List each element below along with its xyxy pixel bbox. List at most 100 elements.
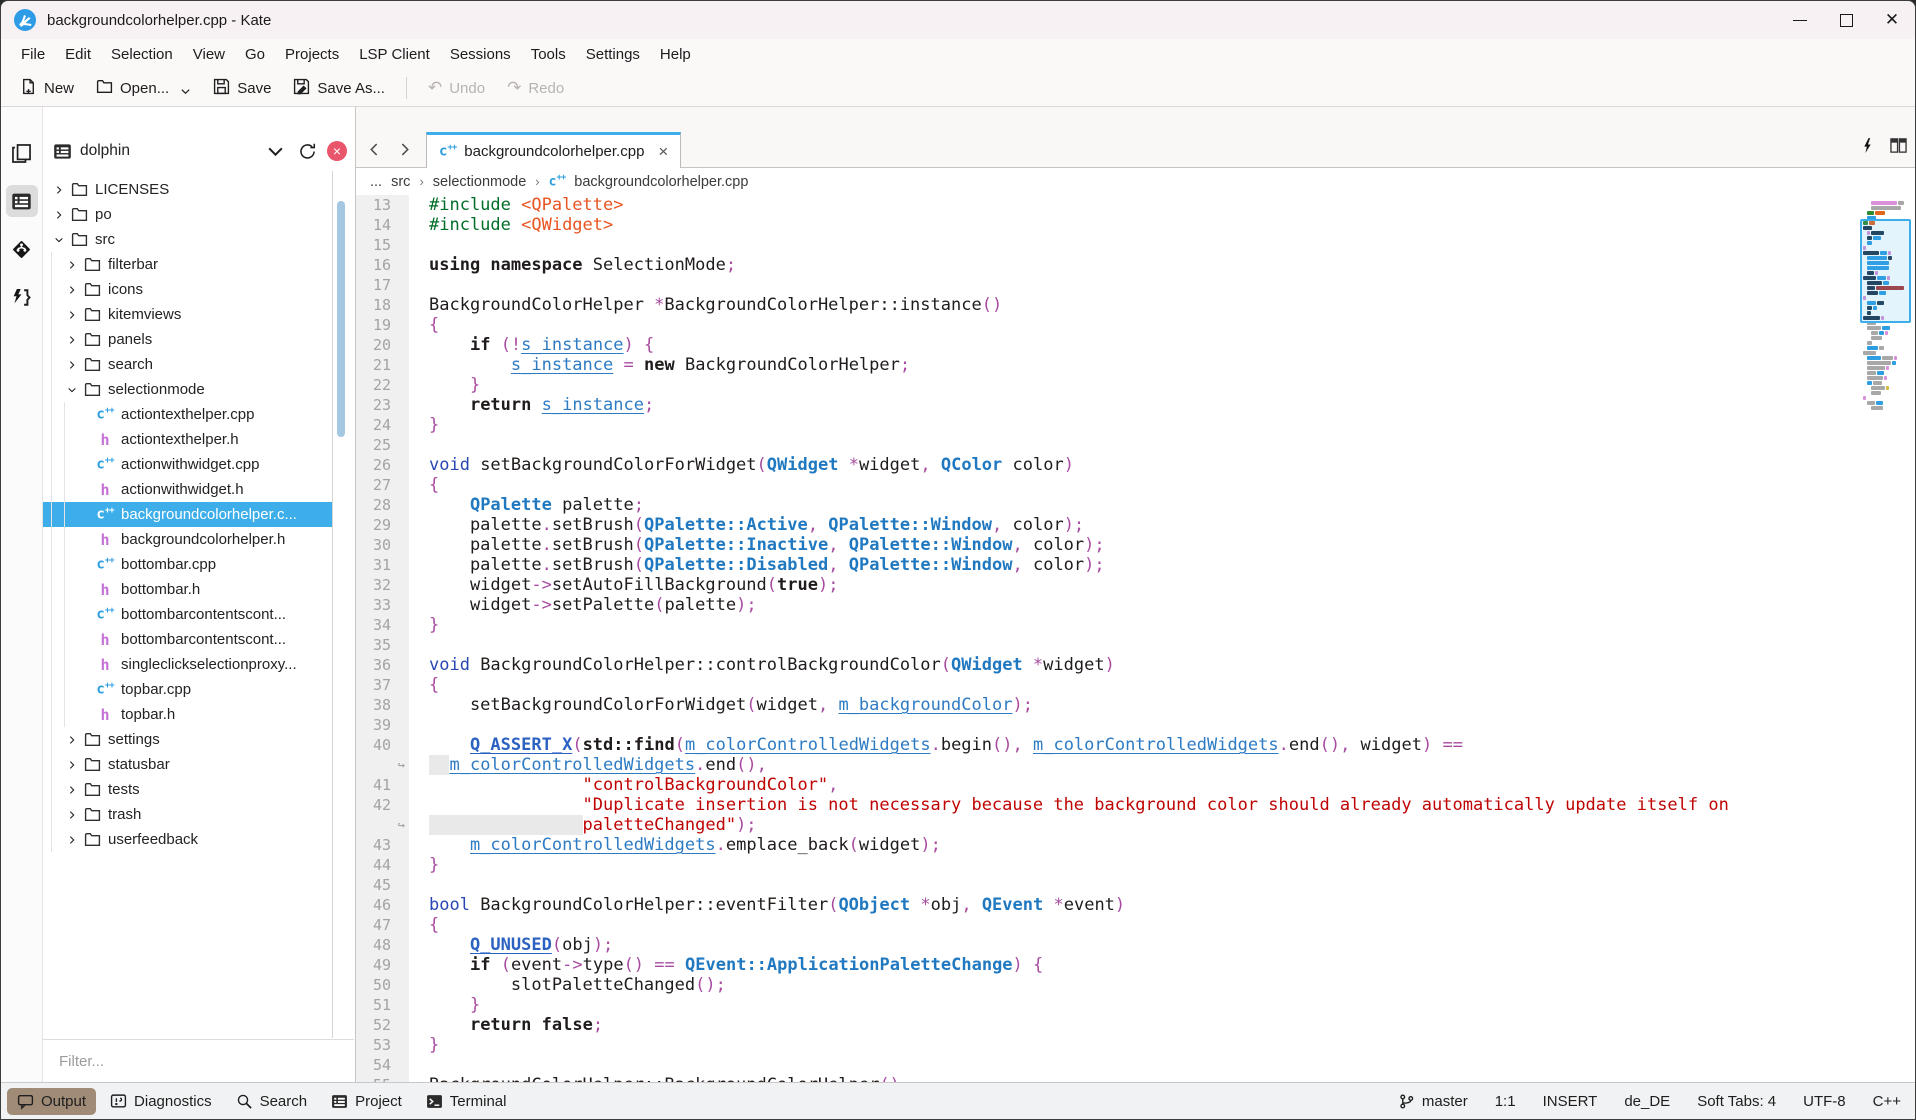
menu-projects[interactable]: Projects	[275, 42, 349, 67]
chevron-right-icon[interactable]	[64, 257, 80, 273]
tree-item-bottombar-cpp[interactable]: c++bottombar.cpp	[43, 552, 332, 577]
chevron-right-icon[interactable]	[64, 282, 80, 298]
saveas-button[interactable]: Save As...	[284, 73, 394, 104]
menu-file[interactable]: File	[11, 42, 55, 67]
dock-item-lsp-symbols[interactable]	[6, 281, 38, 313]
tree-item-topbar-h[interactable]: htopbar.h	[43, 702, 332, 727]
breadcrumb-item[interactable]: backgroundcolorhelper.cpp	[574, 174, 748, 190]
statusbar-project-button[interactable]: Project	[321, 1088, 412, 1115]
minimap-bar	[1867, 371, 1876, 375]
tree-item-filterbar[interactable]: filterbar	[43, 252, 332, 277]
maximize-icon[interactable]	[1823, 1, 1869, 39]
tree-item-src[interactable]: src	[43, 227, 332, 252]
tree-item-bottombarcontentscont-[interactable]: hbottombarcontentscont...	[43, 627, 332, 652]
dock-item-git[interactable]	[6, 233, 38, 265]
chevron-right-icon[interactable]	[64, 807, 80, 823]
code-line: 49 if (event->type() == QEvent::Applicat…	[356, 955, 1859, 975]
minimap-viewport[interactable]	[1860, 219, 1911, 323]
menu-sessions[interactable]: Sessions	[440, 42, 521, 67]
status-de-de[interactable]: de_DE	[1624, 1093, 1670, 1110]
menu-view[interactable]: View	[183, 42, 235, 67]
statusbar-search-button[interactable]: Search	[226, 1088, 318, 1115]
tree-item-topbar-cpp[interactable]: c++topbar.cpp	[43, 677, 332, 702]
menu-edit[interactable]: Edit	[55, 42, 101, 67]
open-button[interactable]: Open...	[87, 73, 200, 104]
project-dropdown-chevron-icon[interactable]	[263, 139, 287, 163]
tree-item-actionwithwidget-h[interactable]: hactionwithwidget.h	[43, 477, 332, 502]
chevron-right-icon[interactable]	[64, 732, 80, 748]
code-view[interactable]: 13#include <QPalette>14#include <QWidget…	[356, 195, 1859, 1082]
tree-item-trash[interactable]: trash	[43, 802, 332, 827]
quick-actions-bolt-icon[interactable]	[1859, 137, 1876, 159]
tree-item-kitemviews[interactable]: kitemviews	[43, 302, 332, 327]
statusbar-terminal-button[interactable]: Terminal	[416, 1088, 517, 1115]
project-refresh-icon[interactable]	[295, 139, 319, 163]
code-line: 31 palette.setBrush(QPalette::Disabled, …	[356, 555, 1859, 575]
tree-scrollbar[interactable]	[337, 201, 345, 437]
tree-item-settings[interactable]: settings	[43, 727, 332, 752]
tree-item-bottombarcontentscont-[interactable]: c++bottombarcontentscont...	[43, 602, 332, 627]
status-master[interactable]: master	[1398, 1093, 1468, 1110]
tree-item-tests[interactable]: tests	[43, 777, 332, 802]
tree-item-icons[interactable]: icons	[43, 277, 332, 302]
status-insert[interactable]: INSERT	[1543, 1093, 1598, 1110]
tab-close-icon[interactable]: ×	[658, 142, 668, 162]
chevron-right-icon[interactable]	[51, 182, 67, 198]
status-utf-8[interactable]: UTF-8	[1803, 1093, 1846, 1110]
tree-item-po[interactable]: po	[43, 202, 332, 227]
code-line: 22 }	[356, 375, 1859, 395]
chevron-right-icon[interactable]	[64, 332, 80, 348]
breadcrumb-item[interactable]: src	[391, 174, 410, 190]
code-line: 48 Q_UNUSED(obj);	[356, 935, 1859, 955]
tree-item-selectionmode[interactable]: selectionmode	[43, 377, 332, 402]
tree-item-singleclickselectionproxy-[interactable]: hsingleclickselectionproxy...	[43, 652, 332, 677]
minimap-scrollbar[interactable]	[1859, 195, 1915, 1082]
menu-help[interactable]: Help	[650, 42, 701, 67]
tree-item-backgroundcolorhelper-c-[interactable]: c++backgroundcolorhelper.c...	[43, 502, 332, 527]
chevron-right-icon[interactable]	[64, 357, 80, 373]
tab-backgroundcolorhelper[interactable]: c++ backgroundcolorhelper.cpp ×	[426, 132, 681, 168]
tree-item-actiontexthelper-h[interactable]: hactiontexthelper.h	[43, 427, 332, 452]
tree-item-bottombar-h[interactable]: hbottombar.h	[43, 577, 332, 602]
dock-item-documents[interactable]	[6, 137, 38, 169]
tree-item-backgroundcolorhelper-h[interactable]: hbackgroundcolorhelper.h	[43, 527, 332, 552]
breadcrumb-item[interactable]: ...	[370, 174, 382, 190]
new-button[interactable]: New	[11, 73, 83, 104]
chevron-right-icon[interactable]	[64, 307, 80, 323]
breadcrumb-item[interactable]: selectionmode	[433, 174, 527, 190]
minimize-icon[interactable]	[1777, 1, 1823, 39]
tree-item-actiontexthelper-cpp[interactable]: c++actiontexthelper.cpp	[43, 402, 332, 427]
tree-item-LICENSES[interactable]: LICENSES	[43, 177, 332, 202]
split-view-icon[interactable]	[1890, 137, 1907, 159]
chevron-down-icon[interactable]	[64, 382, 80, 398]
dock-item-projects[interactable]	[6, 185, 38, 217]
tree-item-panels[interactable]: panels	[43, 327, 332, 352]
chevron-down-icon[interactable]	[51, 232, 67, 248]
status-1-1[interactable]: 1:1	[1495, 1093, 1516, 1110]
close-icon[interactable]: ✕	[1869, 1, 1915, 39]
status-c-[interactable]: C++	[1873, 1093, 1901, 1110]
history-back-icon[interactable]	[362, 137, 386, 161]
tree-spacer	[77, 532, 93, 548]
filter-input[interactable]	[57, 1052, 324, 1071]
statusbar-diagnostics-button[interactable]: Diagnostics	[100, 1088, 222, 1115]
chevron-right-icon[interactable]	[64, 757, 80, 773]
menu-lsp-client[interactable]: LSP Client	[349, 42, 440, 67]
menu-tools[interactable]: Tools	[521, 42, 576, 67]
tree-item-actionwithwidget-cpp[interactable]: c++actionwithwidget.cpp	[43, 452, 332, 477]
project-close-icon[interactable]: ×	[327, 141, 347, 161]
tree-item-userfeedback[interactable]: userfeedback	[43, 827, 332, 852]
chevron-right-icon[interactable]	[64, 832, 80, 848]
menu-go[interactable]: Go	[235, 42, 275, 67]
chevron-right-icon[interactable]	[51, 207, 67, 223]
tree-item-statusbar[interactable]: statusbar	[43, 752, 332, 777]
status-soft-tabs-4[interactable]: Soft Tabs: 4	[1697, 1093, 1776, 1110]
statusbar-output-button[interactable]: Output	[7, 1088, 96, 1115]
chevron-right-icon[interactable]	[64, 782, 80, 798]
save-button[interactable]: Save	[204, 73, 280, 104]
code-text: m_colorControlledWidgets.emplace_back(wi…	[409, 835, 1859, 855]
menu-settings[interactable]: Settings	[576, 42, 650, 67]
menu-selection[interactable]: Selection	[101, 42, 183, 67]
history-forward-icon[interactable]	[392, 137, 416, 161]
tree-item-search[interactable]: search	[43, 352, 332, 377]
